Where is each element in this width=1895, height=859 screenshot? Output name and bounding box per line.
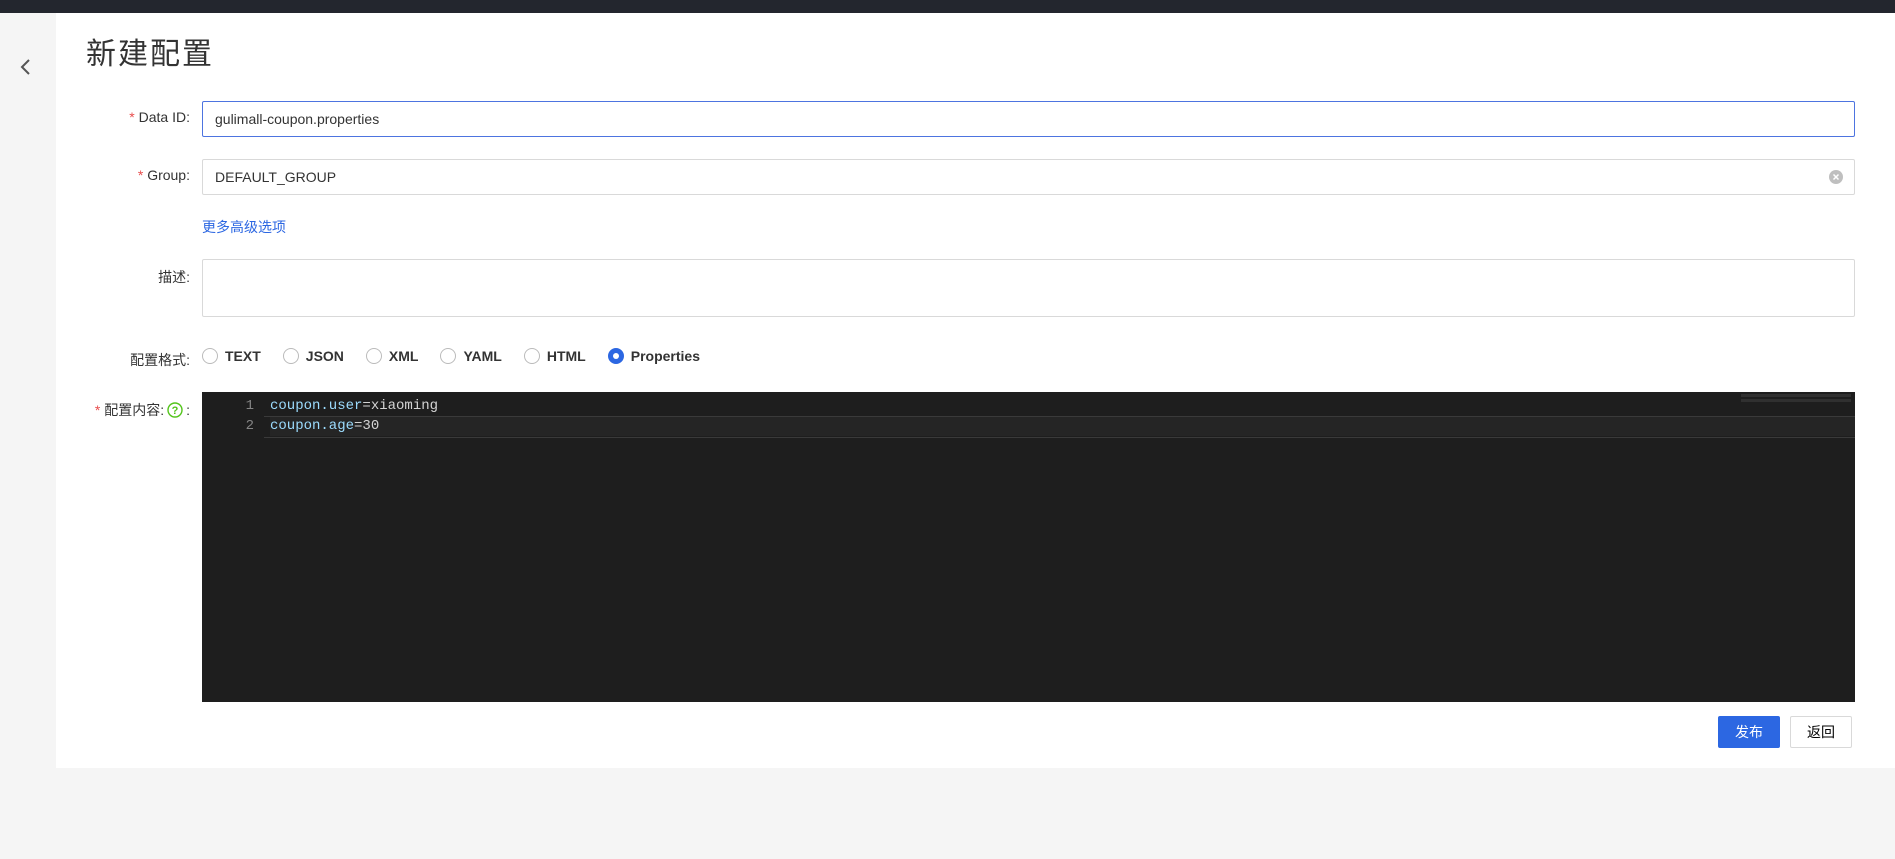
row-content: 配置内容: ? : 12 coupon.user=xiaomingcoupon.… [86, 392, 1855, 702]
radio-xml[interactable]: XML [366, 348, 419, 364]
control-advanced: 更多高级选项 [202, 217, 1855, 237]
clear-icon[interactable] [1828, 169, 1844, 185]
radio-circle-icon [366, 348, 382, 364]
main-panel: 新建配置 Data ID: Group: 更多高级选项 [56, 13, 1895, 768]
radio-label: YAML [463, 348, 501, 364]
radio-label: Properties [631, 348, 700, 364]
radio-label: JSON [306, 348, 344, 364]
radio-circle-icon [283, 348, 299, 364]
editor-gutter: 12 [202, 392, 264, 702]
editor-minimap-icon [1741, 394, 1851, 402]
svg-text:?: ? [172, 405, 179, 417]
radio-circle-icon [440, 348, 456, 364]
radio-label: XML [389, 348, 419, 364]
row-description: 描述: [86, 259, 1855, 320]
row-format: 配置格式: TEXT JSON XML YAML HTML Properties [86, 342, 1855, 370]
radio-html[interactable]: HTML [524, 348, 586, 364]
label-group: Group: [86, 159, 202, 183]
control-description [202, 259, 1855, 320]
group-input-wrap [202, 159, 1855, 195]
publish-button[interactable]: 发布 [1718, 716, 1780, 748]
label-content-colon: : [186, 402, 190, 418]
radio-yaml[interactable]: YAML [440, 348, 501, 364]
label-description: 描述: [86, 259, 202, 287]
control-format: TEXT JSON XML YAML HTML Properties [202, 342, 1855, 364]
radio-properties[interactable]: Properties [608, 348, 700, 364]
code-line: coupon.age=30 [270, 416, 1855, 436]
radio-label: TEXT [225, 348, 261, 364]
code-editor[interactable]: 12 coupon.user=xiaomingcoupon.age=30 [202, 392, 1855, 702]
back-button[interactable]: 返回 [1790, 716, 1852, 748]
label-content-wrap: 配置内容: ? : [86, 392, 202, 420]
button-row: 发布 返回 [86, 716, 1855, 748]
line-number: 2 [202, 416, 254, 436]
label-content: 配置内容: [95, 400, 164, 420]
row-advanced: 更多高级选项 [86, 217, 1855, 237]
control-content: 12 coupon.user=xiaomingcoupon.age=30 [202, 392, 1855, 702]
top-bar [0, 0, 1895, 13]
control-group [202, 159, 1855, 195]
code-line: coupon.user=xiaoming [270, 396, 1855, 416]
format-radio-group: TEXT JSON XML YAML HTML Properties [202, 342, 1855, 364]
control-data-id [202, 101, 1855, 137]
line-number: 1 [202, 396, 254, 416]
description-input[interactable] [202, 259, 1855, 317]
label-data-id: Data ID: [86, 101, 202, 125]
label-format: 配置格式: [86, 342, 202, 370]
row-data-id: Data ID: [86, 101, 1855, 137]
config-form: Data ID: Group: 更多高级选项 描述 [86, 101, 1855, 748]
radio-label: HTML [547, 348, 586, 364]
radio-circle-icon [202, 348, 218, 364]
back-arrow-icon[interactable] [16, 57, 36, 80]
help-icon[interactable]: ? [167, 402, 183, 418]
radio-text[interactable]: TEXT [202, 348, 261, 364]
editor-content[interactable]: coupon.user=xiaomingcoupon.age=30 [264, 392, 1855, 702]
data-id-input[interactable] [202, 101, 1855, 137]
radio-circle-icon [524, 348, 540, 364]
advanced-options-link[interactable]: 更多高级选项 [202, 219, 286, 235]
group-input[interactable] [215, 160, 1828, 194]
page-title: 新建配置 [86, 29, 1855, 73]
row-group: Group: [86, 159, 1855, 195]
radio-json[interactable]: JSON [283, 348, 344, 364]
label-advanced-spacer [86, 217, 202, 225]
radio-circle-icon [608, 348, 624, 364]
